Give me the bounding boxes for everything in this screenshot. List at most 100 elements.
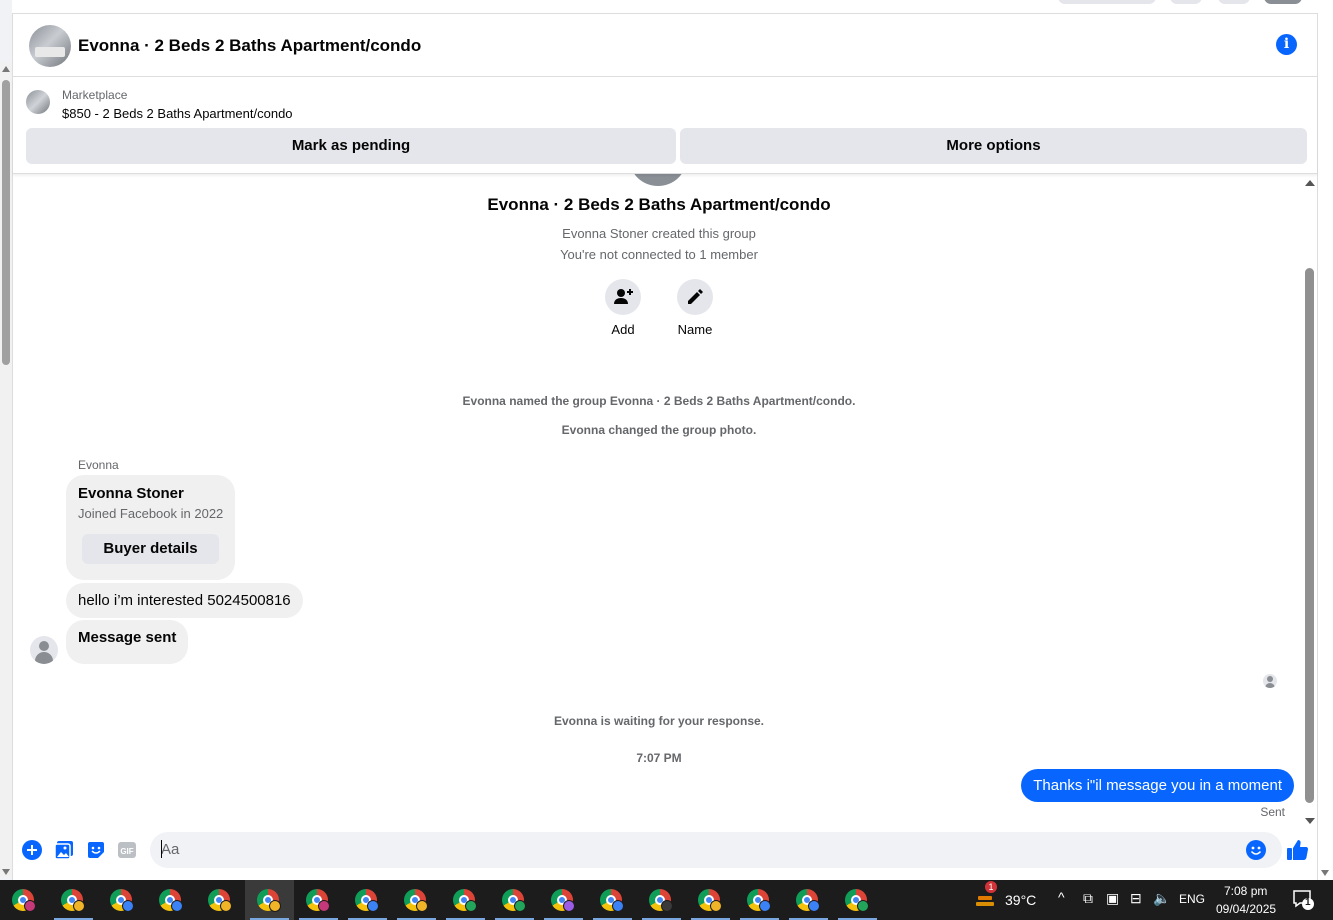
taskbar-chrome-app[interactable] [196, 880, 245, 920]
incoming-message-bubble[interactable]: Message sent [66, 620, 189, 664]
message-composer: GIF [13, 830, 1317, 870]
profile-badge-icon [269, 900, 281, 912]
profile-badge-icon [367, 900, 379, 912]
top-round-button[interactable] [1170, 0, 1202, 4]
taskbar-chrome-app[interactable] [539, 880, 588, 920]
taskbar-chrome-app[interactable] [490, 880, 539, 920]
message-thread[interactable]: Evonna · 2 Beds 2 Baths Apartment/condo … [13, 174, 1305, 830]
conversation-title[interactable]: Evonna · 2 Beds 2 Baths Apartment/condo [78, 36, 421, 56]
profile-badge-icon [171, 900, 183, 912]
profile-badge-icon [563, 900, 575, 912]
buyer-details-button[interactable]: Buyer details [82, 534, 219, 564]
scroll-thumb[interactable] [1305, 268, 1314, 803]
taskbar-chrome-app[interactable] [833, 880, 882, 920]
taskbar-chrome-app[interactable] [392, 880, 441, 920]
plus-circle-icon[interactable] [22, 840, 42, 860]
group-named-notice: Evonna named the group Evonna · 2 Beds 2… [462, 394, 856, 408]
buyer-joined: Joined Facebook in 2022 [78, 506, 224, 521]
buyer-profile-card: Evonna Stoner Joined Facebook in 2022 Bu… [66, 475, 235, 580]
message-status: Sent [1260, 805, 1285, 819]
conversation-panel: Evonna · 2 Beds 2 Baths Apartment/condo … [12, 14, 1318, 880]
taskbar-chrome-app[interactable] [784, 880, 833, 920]
add-person-icon[interactable] [605, 279, 641, 315]
add-member-action[interactable]: Add [593, 279, 653, 337]
group-avatar[interactable] [29, 25, 71, 67]
page-scrollbar[interactable] [0, 62, 12, 877]
marketplace-listing-bar: Marketplace $850 - 2 Beds 2 Baths Apartm… [13, 78, 1317, 174]
profile-badge-icon [612, 900, 624, 912]
top-round-button[interactable] [1218, 0, 1250, 4]
clock-time[interactable]: 7:08 pm [1224, 884, 1267, 898]
scroll-up-arrow-icon[interactable] [2, 66, 10, 72]
sender-avatar[interactable] [30, 636, 58, 664]
taskbar-chrome-app[interactable] [147, 880, 196, 920]
taskbar-chrome-app-active[interactable] [245, 880, 294, 920]
clock-date[interactable]: 09/04/2025 [1216, 902, 1276, 916]
connection-status-text: You're not connected to 1 member [560, 247, 758, 262]
temperature[interactable]: 39°C [1005, 892, 1036, 908]
message-input[interactable] [150, 832, 1282, 868]
taskbar-chrome-app[interactable] [49, 880, 98, 920]
profile-badge-icon [710, 900, 722, 912]
profile-badge-icon [73, 900, 85, 912]
profile-avatar[interactable] [1264, 0, 1302, 4]
top-pill[interactable] [1058, 0, 1156, 4]
listing-thumbnail[interactable] [26, 90, 50, 114]
seen-avatar-icon [1263, 674, 1277, 688]
scroll-down-arrow-icon[interactable] [1305, 818, 1315, 824]
gif-icon[interactable]: GIF [117, 840, 137, 860]
taskbar-chrome-app[interactable] [343, 880, 392, 920]
taskbar-chrome-app[interactable] [0, 880, 49, 920]
mark-as-pending-button[interactable]: Mark as pending [26, 128, 676, 164]
incoming-message-bubble[interactable]: hello i’m interested 5024500816 [66, 583, 303, 618]
timestamp: 7:07 PM [636, 751, 682, 765]
buyer-name[interactable]: Evonna Stoner [78, 485, 184, 502]
thread-scrollbar[interactable] [1303, 176, 1317, 826]
profile-badge-icon [857, 900, 869, 912]
taskbar-chrome-app[interactable] [588, 880, 637, 920]
sticker-icon[interactable] [86, 840, 106, 860]
chevron-up-icon[interactable]: ^ [1058, 889, 1065, 905]
taskbar-chrome-app[interactable] [294, 880, 343, 920]
display-icon[interactable]: ▣ [1106, 890, 1119, 907]
group-title: Evonna · 2 Beds 2 Baths Apartment/condo [487, 195, 831, 214]
taskbar-chrome-app[interactable] [637, 880, 686, 920]
volume-icon[interactable]: 🔈 [1153, 890, 1170, 907]
svg-text:GIF: GIF [120, 847, 133, 856]
window-scrollbar[interactable] [1318, 0, 1333, 880]
info-icon[interactable]: i [1276, 34, 1297, 55]
taskbar-chrome-app[interactable] [686, 880, 735, 920]
profile-badge-icon [24, 900, 36, 912]
scroll-thumb[interactable] [2, 80, 10, 365]
add-label: Add [611, 322, 635, 337]
profile-badge-icon [318, 900, 330, 912]
profile-badge-icon [808, 900, 820, 912]
windows-taskbar: 1 39°C ^ ⧉ ▣ ⊟ 🔈 ENG 7:08 pm 09/04/2025 … [0, 880, 1333, 920]
meeting-icon[interactable]: ⧉ [1083, 890, 1093, 907]
outgoing-message-bubble[interactable]: Thanks i"il message you in a moment [1021, 769, 1294, 802]
profile-badge-icon [220, 900, 232, 912]
conversation-header: Evonna · 2 Beds 2 Baths Apartment/condo … [13, 14, 1317, 77]
name-group-action[interactable]: Name [665, 279, 725, 337]
language-indicator[interactable]: ENG [1179, 892, 1205, 906]
scroll-down-arrow-icon[interactable] [2, 869, 10, 875]
marketplace-label: Marketplace [62, 88, 128, 102]
network-icon[interactable]: ⊟ [1130, 890, 1142, 907]
top-strip [12, 0, 1318, 14]
emoji-icon[interactable] [1246, 840, 1266, 860]
scroll-up-arrow-icon[interactable] [1305, 180, 1315, 186]
photo-icon[interactable] [54, 840, 74, 860]
scroll-down-arrow-icon[interactable] [1321, 870, 1329, 876]
taskbar-chrome-app[interactable] [441, 880, 490, 920]
taskbar-chrome-app[interactable] [735, 880, 784, 920]
thumbs-up-icon[interactable] [1285, 838, 1309, 862]
profile-badge-icon [122, 900, 134, 912]
more-options-button[interactable]: More options [680, 128, 1307, 164]
taskbar-chrome-app[interactable] [98, 880, 147, 920]
group-photo [630, 174, 686, 186]
waiting-notice: Evonna is waiting for your response. [553, 714, 765, 728]
weather-icon[interactable] [974, 890, 996, 910]
pencil-icon[interactable] [677, 279, 713, 315]
group-photo-notice: Evonna changed the group photo. [561, 423, 757, 437]
listing-price-title[interactable]: $850 - 2 Beds 2 Baths Apartment/condo [62, 106, 293, 121]
